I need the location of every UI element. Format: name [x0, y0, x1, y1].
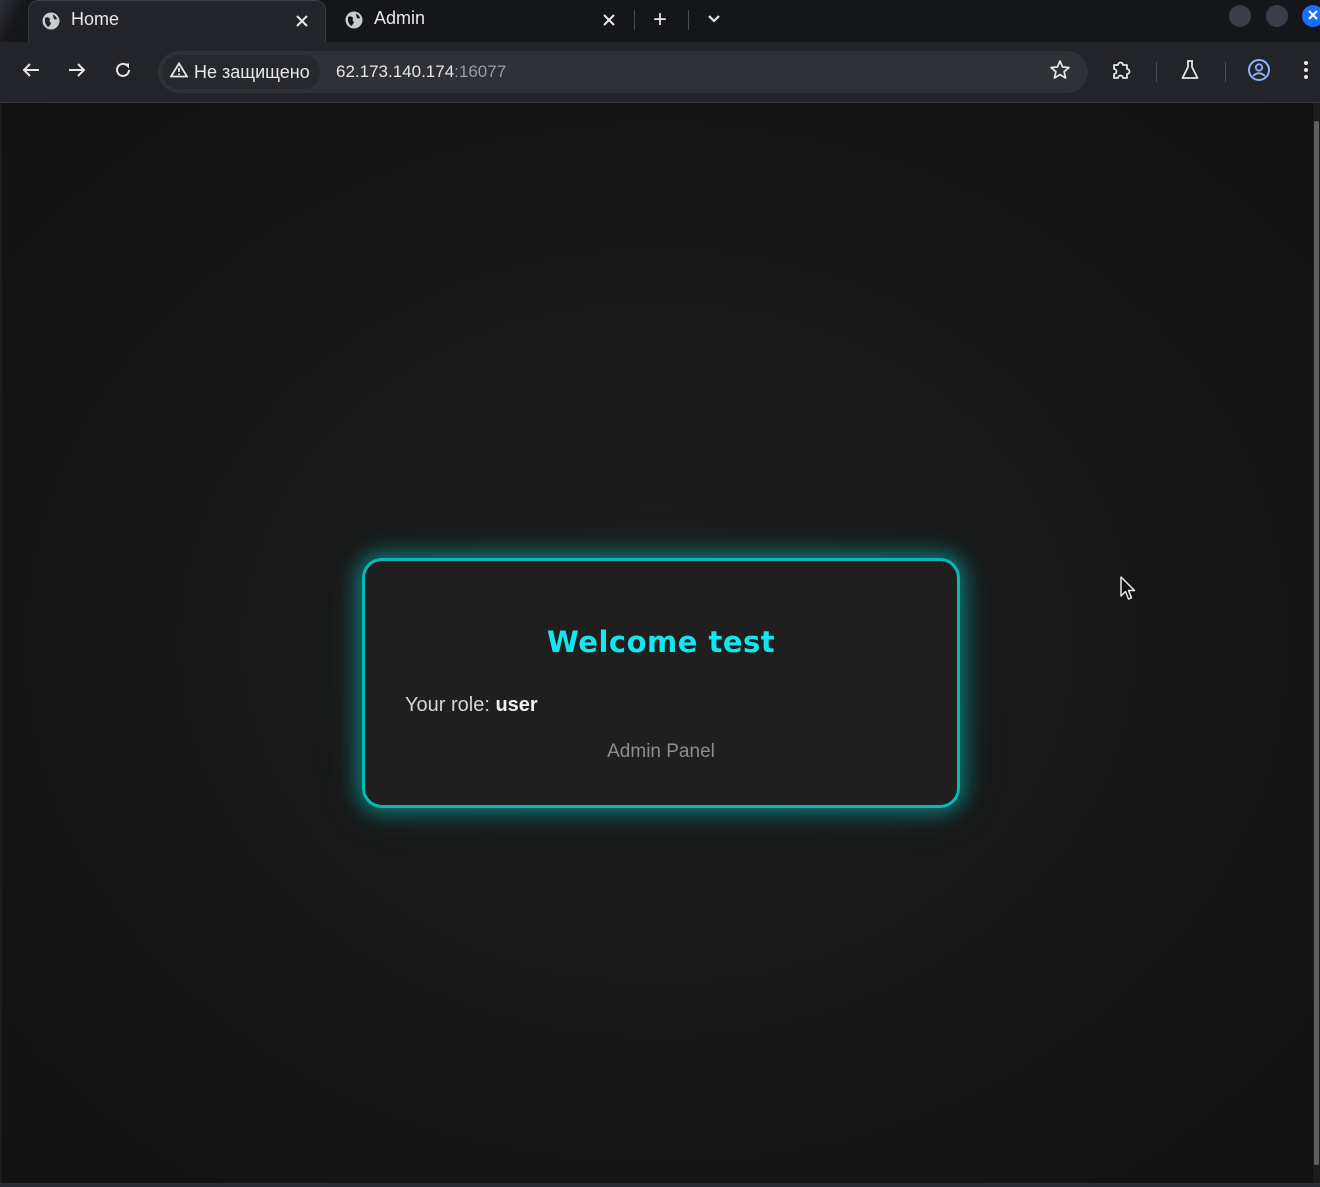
role-value: user: [495, 694, 538, 716]
globe-icon: [344, 10, 364, 30]
extensions-button[interactable]: [1106, 56, 1138, 88]
admin-panel-link[interactable]: Admin Panel: [365, 741, 957, 763]
new-tab-button[interactable]: +: [645, 5, 675, 35]
reload-icon: [114, 61, 132, 84]
tab-title: Admin: [374, 8, 426, 28]
page-title: Welcome test: [546, 625, 776, 659]
mouse-cursor-icon: [1119, 576, 1137, 602]
account-icon: [1247, 58, 1271, 87]
role-line: Your role: user: [405, 694, 538, 717]
chevron-down-icon: [707, 11, 721, 29]
tab-admin[interactable]: Admin: [330, 0, 632, 42]
tab-title: Home: [71, 9, 120, 29]
reload-button[interactable]: [107, 56, 139, 88]
arrow-left-icon: [22, 62, 40, 83]
globe-icon: [41, 11, 61, 31]
star-icon: [1049, 59, 1071, 86]
window-close-button[interactable]: [1302, 5, 1320, 27]
more-vertical-icon: [1303, 60, 1309, 85]
window-bottom-edge: [0, 1183, 1320, 1187]
bookmark-button[interactable]: [1046, 58, 1074, 86]
browser-toolbar: Не защищено 62.173.140.174:16077: [0, 42, 1320, 103]
browser-window: Home Admin + Не защищено 62.173.140.174:…: [0, 0, 1320, 1187]
menu-button[interactable]: [1290, 56, 1320, 88]
page-scrollbar[interactable]: [1313, 103, 1320, 1183]
tab-divider: [634, 10, 635, 30]
tab-search-button[interactable]: [699, 5, 729, 35]
security-indicator[interactable]: Не защищено: [162, 55, 320, 89]
close-icon[interactable]: [291, 10, 313, 32]
page-viewport: Welcome test Your role: user Admin Panel: [2, 103, 1313, 1183]
scrollbar-thumb[interactable]: [1314, 121, 1319, 1165]
address-bar[interactable]: Не защищено 62.173.140.174:16077: [158, 51, 1088, 93]
close-icon[interactable]: [598, 9, 620, 31]
tab-home[interactable]: Home: [28, 0, 326, 42]
welcome-card: Welcome test Your role: user Admin Panel: [362, 558, 960, 808]
tab-strip: Home Admin +: [0, 0, 1320, 42]
toolbar-divider: [1225, 62, 1226, 82]
arrow-right-icon: [68, 62, 86, 83]
tab-strip-edge: [0, 0, 26, 42]
minimize-button[interactable]: [1229, 5, 1251, 27]
tab-divider: [688, 10, 689, 30]
back-button[interactable]: [15, 56, 47, 88]
toolbar-divider: [1156, 62, 1157, 82]
security-label: Не защищено: [194, 61, 310, 82]
url-text: 62.173.140.174:16077: [336, 62, 506, 82]
url-host: 62.173.140.174: [336, 62, 455, 81]
puzzle-icon: [1110, 58, 1134, 87]
forward-button[interactable]: [61, 56, 93, 88]
profile-button[interactable]: [1243, 56, 1275, 88]
maximize-button[interactable]: [1266, 5, 1288, 27]
url-port: :16077: [454, 62, 507, 81]
flask-icon: [1180, 59, 1200, 86]
role-label: Your role:: [405, 694, 490, 716]
warning-icon: [169, 61, 194, 83]
close-icon: [1308, 7, 1318, 25]
labs-button[interactable]: [1174, 56, 1206, 88]
